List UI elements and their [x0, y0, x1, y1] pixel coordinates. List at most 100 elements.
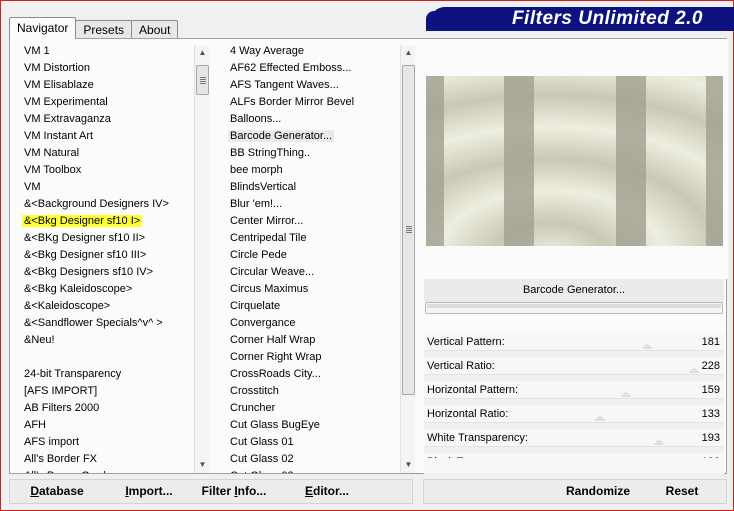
scroll-thumb[interactable]: [402, 65, 415, 395]
list-item[interactable]: AFS import: [20, 434, 200, 451]
randomize-button[interactable]: Randomize: [558, 480, 638, 503]
editor-button[interactable]: Editor...: [292, 480, 362, 503]
scroll-down-arrow-icon[interactable]: ▼: [195, 457, 210, 473]
list-item[interactable]: VM: [20, 179, 200, 196]
left-button-bar: Database Import... Filter Info... Editor…: [9, 479, 413, 504]
parameter-slider[interactable]: Horizontal Pattern: 159: [424, 381, 724, 399]
filter-info-button[interactable]: Filter Info...: [198, 480, 270, 503]
list-item[interactable]: Center Mirror...: [226, 213, 402, 230]
list-item[interactable]: Convergance: [226, 315, 402, 332]
scroll-thumb[interactable]: [196, 65, 209, 95]
tab-navigator[interactable]: Navigator: [9, 17, 77, 39]
list-item[interactable]: 24-bit Transparency: [20, 366, 200, 383]
list-item[interactable]: Crosstitch: [226, 383, 402, 400]
list-item[interactable]: Circular Weave...: [226, 264, 402, 281]
import-button[interactable]: Import...: [114, 480, 184, 503]
list-item[interactable]: AF62 Effected Emboss...: [226, 60, 402, 77]
slider-handle-icon[interactable]: [594, 415, 607, 421]
list-item[interactable]: BB StringThing..: [226, 145, 402, 162]
list-item[interactable]: VM Natural: [20, 145, 200, 162]
scroll-down-arrow-icon[interactable]: ▼: [401, 457, 416, 473]
tab-about[interactable]: About: [131, 20, 179, 39]
list-item[interactable]: Barcode Generator...: [226, 128, 402, 145]
list-item[interactable]: &<BKg Designer sf10 II>: [20, 230, 200, 247]
progress-bar: [425, 302, 723, 314]
list-item[interactable]: Circus Maximus: [226, 281, 402, 298]
database-button[interactable]: Database: [22, 480, 92, 503]
list-item[interactable]: &<Bkg Kaleidoscope>: [20, 281, 200, 298]
list-item[interactable]: AFS Tangent Waves...: [226, 77, 402, 94]
list-item[interactable]: AB Filters 2000: [20, 400, 200, 417]
list-item[interactable]: VM Instant Art: [20, 128, 200, 145]
parameter-slider[interactable]: White Transparency: 193: [424, 429, 724, 447]
list-item[interactable]: &<Bkg Designer sf10 I>: [20, 213, 200, 230]
list-item[interactable]: &<Sandflower Specials^v^ >: [20, 315, 200, 332]
list-item[interactable]: Centripedal Tile: [226, 230, 402, 247]
list-item[interactable]: Cut Glass BugEye: [226, 417, 402, 434]
list-item[interactable]: VM Experimental: [20, 94, 200, 111]
list-item[interactable]: All's Border FX: [20, 451, 200, 468]
parameter-value: 193: [701, 432, 720, 444]
tab-bar: Navigator Presets About: [9, 17, 179, 39]
list-item[interactable]: [20, 349, 200, 366]
list-item[interactable]: VM Elisablaze: [20, 77, 200, 94]
list-item[interactable]: Cirquelate: [226, 298, 402, 315]
parameter-value: 133: [701, 408, 720, 420]
parameter-slider[interactable]: Vertical Ratio: 228: [424, 357, 724, 375]
scroll-up-arrow-icon[interactable]: ▲: [401, 45, 416, 61]
list-item[interactable]: Cruncher: [226, 400, 402, 417]
parameter-slider[interactable]: Horizontal Ratio: 133: [424, 405, 724, 423]
filter-scrollbar[interactable]: ▲ ▼: [400, 45, 415, 473]
list-item[interactable]: &<Kaleidoscope>: [20, 298, 200, 315]
list-item[interactable]: Circle Pede: [226, 247, 402, 264]
reset-button[interactable]: Reset: [652, 480, 712, 503]
list-item[interactable]: Cut Glass 01: [226, 434, 402, 451]
parameter-value: 181: [701, 336, 720, 348]
list-item[interactable]: Cut Glass 02: [226, 451, 402, 468]
scroll-up-arrow-icon[interactable]: ▲: [195, 45, 210, 61]
list-item[interactable]: AFH: [20, 417, 200, 434]
parameter-sliders: Vertical Pattern: 181 Vertical Ratio: 228 Ho…: [424, 333, 724, 477]
list-item[interactable]: &Neu!: [20, 332, 200, 349]
list-item[interactable]: &<Bkg Designers sf10 IV>: [20, 264, 200, 281]
list-item[interactable]: ALFs Border Mirror Bevel: [226, 94, 402, 111]
slider-handle-icon[interactable]: [641, 343, 654, 349]
slider-handle-icon[interactable]: [619, 391, 632, 397]
list-item[interactable]: All's Power Grads: [20, 468, 200, 473]
list-item[interactable]: &<Background Designers IV>: [20, 196, 200, 213]
list-item[interactable]: Balloons...: [226, 111, 402, 128]
parameter-slider[interactable]: Vertical Pattern: 181: [424, 333, 724, 351]
parameter-label: Horizontal Ratio:: [427, 408, 509, 420]
list-item[interactable]: Corner Right Wrap: [226, 349, 402, 366]
slider-handle-icon[interactable]: [653, 439, 666, 445]
list-item[interactable]: &<Bkg Designer sf10 III>: [20, 247, 200, 264]
navigator-panel: VM 1 VM Distortion VM Elisablaze VM Experim…: [9, 38, 728, 477]
list-item[interactable]: bee morph: [226, 162, 402, 179]
filter-list[interactable]: 4 Way Average AF62 Effected Emboss... AFS …: [226, 43, 402, 473]
window-frame: Navigator Presets About Filters Unlimite…: [0, 0, 734, 511]
parameter-label: Horizontal Pattern:: [427, 384, 519, 396]
list-item[interactable]: VM Extravaganza: [20, 111, 200, 128]
list-item[interactable]: Blur 'em!...: [226, 196, 402, 213]
category-scrollbar[interactable]: ▲ ▼: [194, 45, 209, 473]
category-list[interactable]: VM 1 VM Distortion VM Elisablaze VM Experim…: [20, 43, 200, 473]
list-item[interactable]: Cut Glass 03: [226, 468, 402, 473]
parameter-label: White Transparency:: [427, 432, 528, 444]
list-item[interactable]: CrossRoads City...: [226, 366, 402, 383]
selected-filter-name: Barcode Generator...: [424, 279, 724, 302]
tab-presets[interactable]: Presets: [75, 20, 133, 39]
slider-handle-icon[interactable]: [687, 367, 700, 373]
list-item[interactable]: VM Toolbox: [20, 162, 200, 179]
preview-image: [426, 76, 723, 246]
list-item[interactable]: 4 Way Average: [226, 43, 402, 60]
list-item[interactable]: VM Distortion: [20, 60, 200, 77]
parameter-label: Vertical Pattern:: [427, 336, 505, 348]
parameter-value: 159: [701, 384, 720, 396]
list-item[interactable]: Corner Half Wrap: [226, 332, 402, 349]
list-item[interactable]: [AFS IMPORT]: [20, 383, 200, 400]
list-item[interactable]: VM 1: [20, 43, 200, 60]
list-item[interactable]: BlindsVertical: [226, 179, 402, 196]
parameter-label: Vertical Ratio:: [427, 360, 495, 372]
right-button-bar: Randomize Reset: [423, 479, 727, 504]
empty-slider-row: [424, 458, 724, 474]
